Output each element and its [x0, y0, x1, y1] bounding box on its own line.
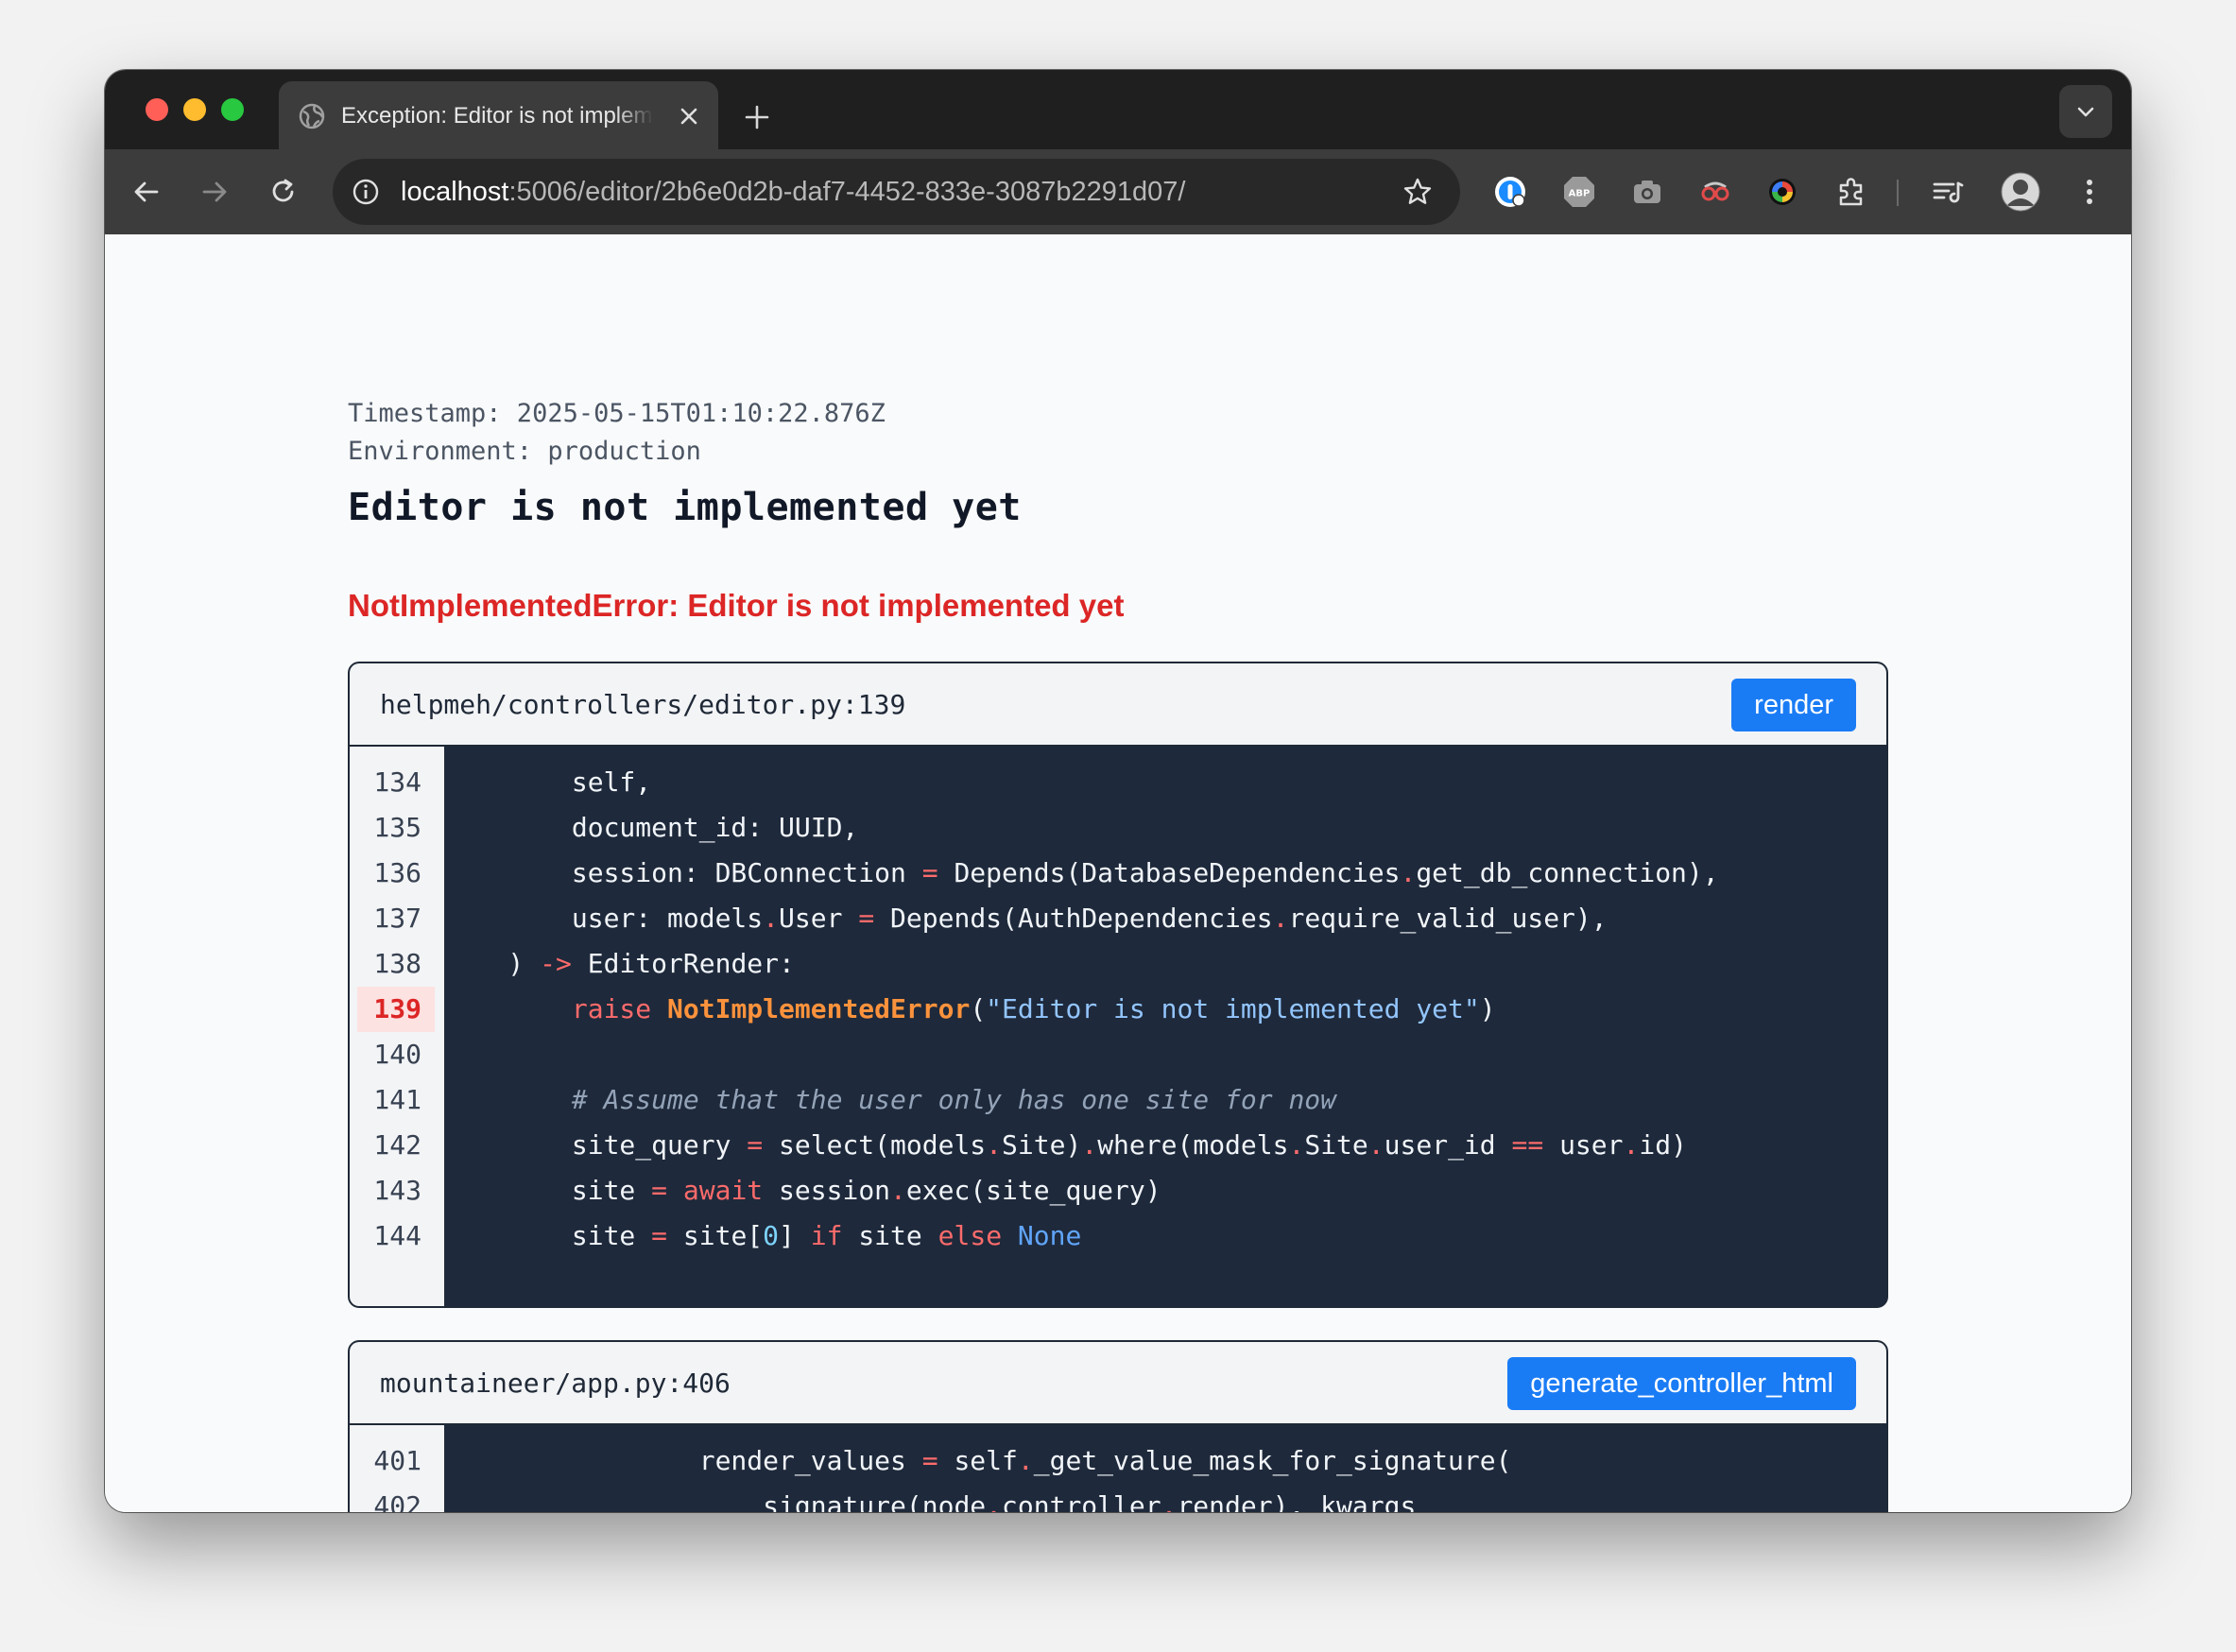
- line-number: 141: [373, 1084, 421, 1115]
- line-number: 402: [373, 1490, 421, 1512]
- line-number: 138: [373, 948, 421, 979]
- stack-frame: mountaineer/app.py:406 generate_controll…: [348, 1340, 1888, 1512]
- frame-file-path: helpmeh/controllers/editor.py:139: [380, 689, 906, 720]
- tab-search-button[interactable]: [2059, 85, 2112, 138]
- chevron-down-icon: [2077, 107, 2094, 117]
- line-number: 143: [373, 1175, 421, 1206]
- adblock-plus-icon[interactable]: ABP: [1561, 174, 1597, 210]
- code-line: render_values = self._get_value_mask_for…: [444, 1445, 1512, 1476]
- code-block: render_values = self._get_value_mask_for…: [444, 1425, 1886, 1512]
- minimize-window-button[interactable]: [183, 98, 206, 121]
- tab-active[interactable]: Exception: Editor is not implemented yet: [279, 81, 718, 149]
- code-line: signature(node.controller.render), kwarg…: [444, 1490, 1417, 1512]
- line-number: 135: [373, 812, 421, 843]
- code-line: ) -> EditorRender:: [444, 948, 795, 979]
- url-host: localhost: [401, 177, 509, 207]
- timestamp-text: Timestamp: 2025-05-15T01:10:22.876Z: [348, 399, 886, 428]
- frame-function-button[interactable]: generate_controller_html: [1507, 1357, 1856, 1410]
- more-menu-icon[interactable]: [2072, 174, 2107, 210]
- site-info-icon[interactable]: [352, 178, 380, 206]
- reload-icon[interactable]: [267, 176, 300, 208]
- code-line: self,: [444, 766, 652, 798]
- new-tab-icon[interactable]: [744, 104, 770, 130]
- browser-toolbar: localhost:5006/editor/2b6e0d2b-daf7-4452…: [105, 149, 2131, 234]
- line-number: 140: [373, 1039, 421, 1070]
- browser-window: Exception: Editor is not implemented yet: [105, 70, 2131, 1512]
- tab-title: Exception: Editor is not implemented yet: [341, 103, 653, 129]
- close-tab-icon[interactable]: [677, 104, 701, 129]
- screenshot-camera-icon[interactable]: [1629, 174, 1665, 210]
- code-line: site = site[0] if site else None: [444, 1220, 1082, 1251]
- url-path: :5006/editor/2b6e0d2b-daf7-4452-833e-308…: [508, 177, 1186, 207]
- frame-function-button[interactable]: render: [1731, 679, 1856, 731]
- globe-icon: [298, 102, 326, 130]
- svg-text:ABP: ABP: [1569, 189, 1591, 199]
- environment-text: Environment: production: [348, 437, 701, 466]
- forward-arrow-icon[interactable]: [198, 176, 231, 208]
- line-number: 142: [373, 1129, 421, 1161]
- stack-frame-header: helpmeh/controllers/editor.py:139 render: [350, 663, 1886, 747]
- extensions-puzzle-icon[interactable]: [1833, 174, 1869, 210]
- code-line: # Assume that the user only has one site…: [571, 1084, 1337, 1115]
- 1password-icon[interactable]: [1492, 174, 1528, 210]
- code-line: site = await session.exec(site_query): [444, 1175, 1161, 1206]
- maximize-window-button[interactable]: [221, 98, 244, 121]
- stack-frame: helpmeh/controllers/editor.py:139 render…: [348, 662, 1888, 1308]
- page-content: Timestamp: 2025-05-15T01:10:22.876Z Envir…: [105, 234, 2131, 1512]
- exception-message: NotImplementedError: Editor is not imple…: [348, 588, 1125, 623]
- code-line: document_id: UUID,: [444, 812, 859, 843]
- reading-list-icon[interactable]: [1930, 174, 1966, 210]
- line-number: 134: [373, 766, 421, 798]
- code-line: site_query = select(models.Site).where(m…: [444, 1129, 1687, 1161]
- frame-file-path: mountaineer/app.py:406: [380, 1368, 731, 1399]
- code-line: session: DBConnection = Depends(Database…: [444, 857, 1719, 888]
- error-metadata: Timestamp: 2025-05-15T01:10:22.876Z Envir…: [348, 395, 886, 471]
- tab-bar: Exception: Editor is not implemented yet: [105, 70, 2131, 149]
- line-number: 137: [373, 903, 421, 934]
- stack-frame-header: mountaineer/app.py:406 generate_controll…: [350, 1342, 1886, 1425]
- incognito-glasses-icon[interactable]: [1697, 174, 1733, 210]
- highlighted-line-number: 139: [357, 987, 435, 1032]
- line-number-gutter: 401 402 403: [350, 1425, 444, 1512]
- toolbar-divider: [1897, 180, 1899, 206]
- line-number-gutter: 134 135 136 137 138 139 140 141 142 143 …: [350, 747, 444, 1306]
- code-line-highlighted: raise NotImplementedError("Editor is not…: [571, 993, 1496, 1024]
- address-bar[interactable]: localhost:5006/editor/2b6e0d2b-daf7-4452…: [333, 159, 1460, 225]
- code-line: user: models.User = Depends(AuthDependen…: [444, 903, 1608, 934]
- color-picker-icon[interactable]: [1764, 174, 1800, 210]
- profile-avatar[interactable]: [2001, 172, 2040, 212]
- back-arrow-icon[interactable]: [130, 176, 163, 208]
- page-title: Editor is not implemented yet: [348, 486, 1022, 529]
- close-window-button[interactable]: [146, 98, 168, 121]
- line-number: 144: [373, 1220, 421, 1251]
- bookmark-star-icon[interactable]: [1402, 176, 1434, 208]
- code-block: self, document_id: UUID, session: DBConn…: [444, 747, 1886, 1306]
- line-number: 136: [373, 857, 421, 888]
- line-number: 401: [373, 1445, 421, 1476]
- url-text: localhost:5006/editor/2b6e0d2b-daf7-4452…: [401, 176, 1185, 208]
